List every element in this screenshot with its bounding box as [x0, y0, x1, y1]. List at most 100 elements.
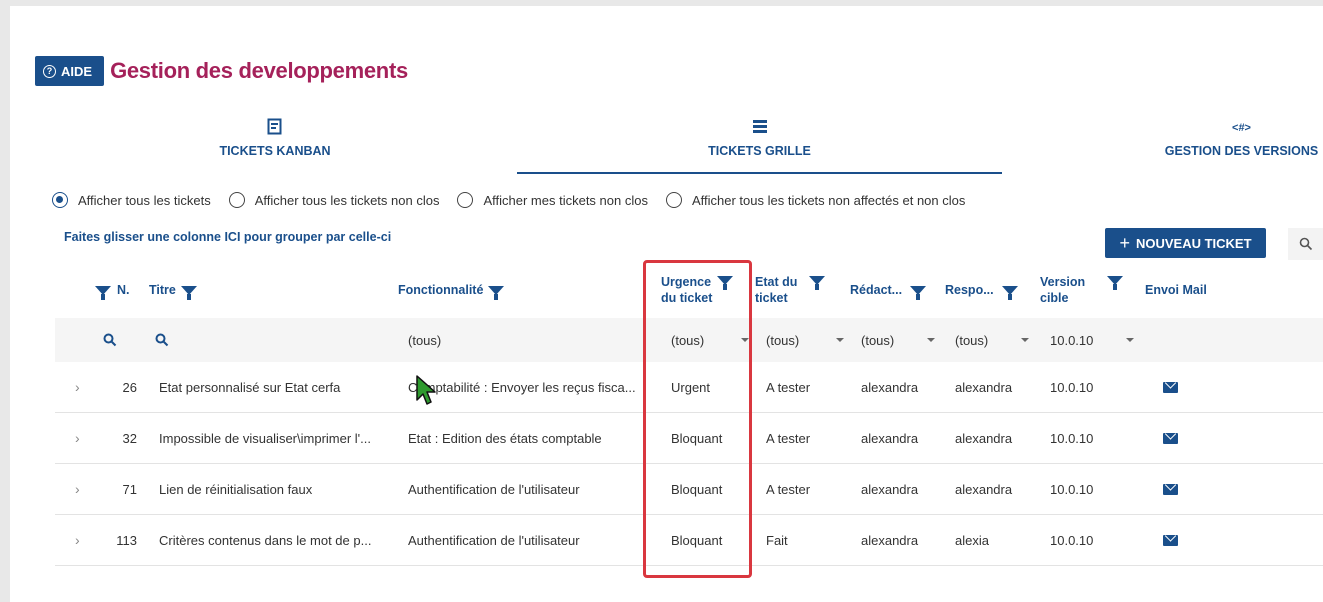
filter-fonctionnalite[interactable]: (tous)	[408, 318, 648, 362]
plus-icon: +	[1119, 233, 1130, 253]
cell-num: 71	[122, 481, 137, 497]
column-header-redacteur[interactable]: Rédact...	[850, 262, 940, 318]
search-button[interactable]	[1288, 228, 1323, 260]
page-title: Gestion des developpements	[110, 58, 408, 83]
expand-chevron-icon[interactable]: ›	[75, 515, 89, 565]
filter-responsable-select[interactable]: (tous)	[955, 318, 1029, 362]
cell-num: 32	[122, 430, 137, 446]
header-label-wrap: Version cible	[1040, 274, 1085, 306]
aide-label: AIDE	[61, 63, 93, 79]
filter-icon[interactable]	[488, 285, 505, 300]
search-icon	[155, 333, 169, 347]
mail-button[interactable]	[1163, 464, 1183, 514]
cell-version: 10.0.10	[1050, 532, 1094, 548]
search-icon	[1299, 237, 1312, 251]
filter-etat-select[interactable]: (tous)	[766, 318, 844, 362]
column-header-titre[interactable]: Titre	[149, 262, 389, 318]
filter-version-select[interactable]: 10.0.10	[1050, 318, 1134, 362]
chevron-down-icon	[1021, 338, 1029, 342]
column-header-envoi-mail[interactable]: Envoi Mail	[1145, 262, 1245, 318]
radio-label: Afficher mes tickets non clos	[483, 192, 648, 208]
cell-etat: A tester	[766, 430, 811, 446]
cell-redacteur: alexandra	[861, 532, 919, 548]
versions-icon: <#>	[1232, 122, 1251, 134]
new-ticket-button[interactable]: + NOUVEAU TICKET	[1105, 228, 1266, 258]
filter-icon[interactable]	[95, 285, 111, 300]
cell-titre: Critères contenus dans le mot de p...	[159, 532, 372, 548]
filter-icon[interactable]	[910, 285, 927, 300]
filter-search-titre[interactable]	[155, 318, 175, 362]
radio-button[interactable]	[228, 192, 245, 208]
radio-label: Afficher tous les tickets non affectés e…	[691, 192, 966, 208]
header-label: Etat du	[755, 275, 798, 289]
filter-icon[interactable]	[809, 276, 826, 290]
radio-unassigned-open-tickets[interactable]: Afficher tous les tickets non affectés e…	[665, 192, 966, 208]
grid-icon	[517, 118, 1002, 138]
cell-num: 113	[116, 532, 137, 548]
view-tabs: TICKETS KANBAN TICKETS GRILLE <#> GESTIO…	[10, 116, 1323, 174]
cell-titre: Impossible de visualiser\imprimer l'...	[159, 430, 371, 446]
help-icon: ?	[43, 64, 56, 78]
radio-label: Afficher tous les tickets non clos	[254, 192, 440, 208]
header-label: cible	[1040, 291, 1069, 305]
cell-fonctionnalite: Comptabilité : Envoyer les reçus fisca..…	[408, 379, 636, 395]
header-label: Envoi Mail	[1145, 283, 1207, 297]
aide-button[interactable]: ? AIDE	[35, 56, 105, 86]
header-label: Rédact...	[850, 283, 903, 297]
header-label: Fonctionnalité	[398, 283, 484, 297]
select-value: (tous)	[955, 332, 989, 348]
select-value: (tous)	[766, 332, 800, 348]
cell-num: 26	[122, 379, 137, 395]
header-label: Version	[1040, 275, 1086, 289]
mail-button[interactable]	[1163, 515, 1183, 565]
filter-icon[interactable]	[1107, 276, 1124, 290]
tab-tickets-grille[interactable]: TICKETS GRILLE	[517, 116, 1002, 174]
cell-redacteur: alexandra	[861, 481, 919, 497]
header-label: Titre	[149, 283, 176, 297]
mail-icon	[1163, 483, 1178, 495]
select-value: (tous)	[861, 332, 895, 348]
cell-responsable: alexandra	[955, 379, 1013, 395]
radio-label: Afficher tous les tickets	[78, 192, 211, 208]
radio-button[interactable]	[52, 192, 68, 208]
column-header-etat[interactable]: Etat du ticket	[755, 262, 845, 318]
mail-button[interactable]	[1163, 413, 1183, 463]
radio-button[interactable]	[665, 192, 682, 208]
radio-my-open-tickets[interactable]: Afficher mes tickets non clos	[457, 192, 648, 208]
tab-gestion-versions[interactable]: <#> GESTION DES VERSIONS	[1160, 116, 1323, 174]
filter-icon[interactable]	[1001, 285, 1018, 300]
page-header: ? AIDE Gestion des developpements	[35, 56, 408, 86]
tab-tickets-kanban[interactable]: TICKETS KANBAN	[205, 116, 345, 174]
mouse-cursor-icon	[416, 375, 436, 405]
expand-chevron-icon[interactable]: ›	[75, 362, 89, 412]
cell-fonctionnalite: Authentification de l'utilisateur	[408, 481, 580, 497]
column-header-version[interactable]: Version cible	[1040, 262, 1140, 318]
cell-etat: A tester	[766, 379, 811, 395]
radio-button[interactable]	[457, 192, 474, 208]
column-header-responsable[interactable]: Respo...	[945, 262, 1035, 318]
cell-etat: A tester	[766, 481, 811, 497]
cell-responsable: alexia	[955, 532, 989, 548]
header-label: ticket	[755, 291, 788, 305]
radio-all-tickets[interactable]: Afficher tous les tickets	[52, 192, 211, 208]
radio-open-tickets[interactable]: Afficher tous les tickets non clos	[228, 192, 440, 208]
cell-fonctionnalite: Etat : Edition des états comptable	[408, 430, 602, 446]
chevron-down-icon	[1126, 338, 1134, 342]
column-header-num[interactable]: N.	[95, 262, 135, 318]
header-label-wrap: Etat du ticket	[755, 274, 797, 306]
tab-label: TICKETS KANBAN	[219, 144, 331, 158]
tab-label: TICKETS GRILLE	[708, 144, 811, 158]
expand-chevron-icon[interactable]: ›	[75, 464, 89, 514]
mail-icon	[1163, 534, 1178, 546]
group-by-dropzone[interactable]: Faites glisser une colonne ICI pour grou…	[64, 230, 391, 244]
cell-version: 10.0.10	[1050, 481, 1094, 497]
app-frame: ? AIDE Gestion des developpements TICKET…	[10, 6, 1323, 602]
urgence-column-highlight	[643, 260, 752, 578]
expand-chevron-icon[interactable]: ›	[75, 413, 89, 463]
cell-redacteur: alexandra	[861, 379, 919, 395]
mail-button[interactable]	[1163, 362, 1183, 412]
filter-redacteur-select[interactable]: (tous)	[861, 318, 935, 362]
filter-icon[interactable]	[180, 285, 197, 300]
filter-search-num[interactable]	[103, 318, 123, 362]
column-header-fonctionnalite[interactable]: Fonctionnalité	[398, 262, 648, 318]
